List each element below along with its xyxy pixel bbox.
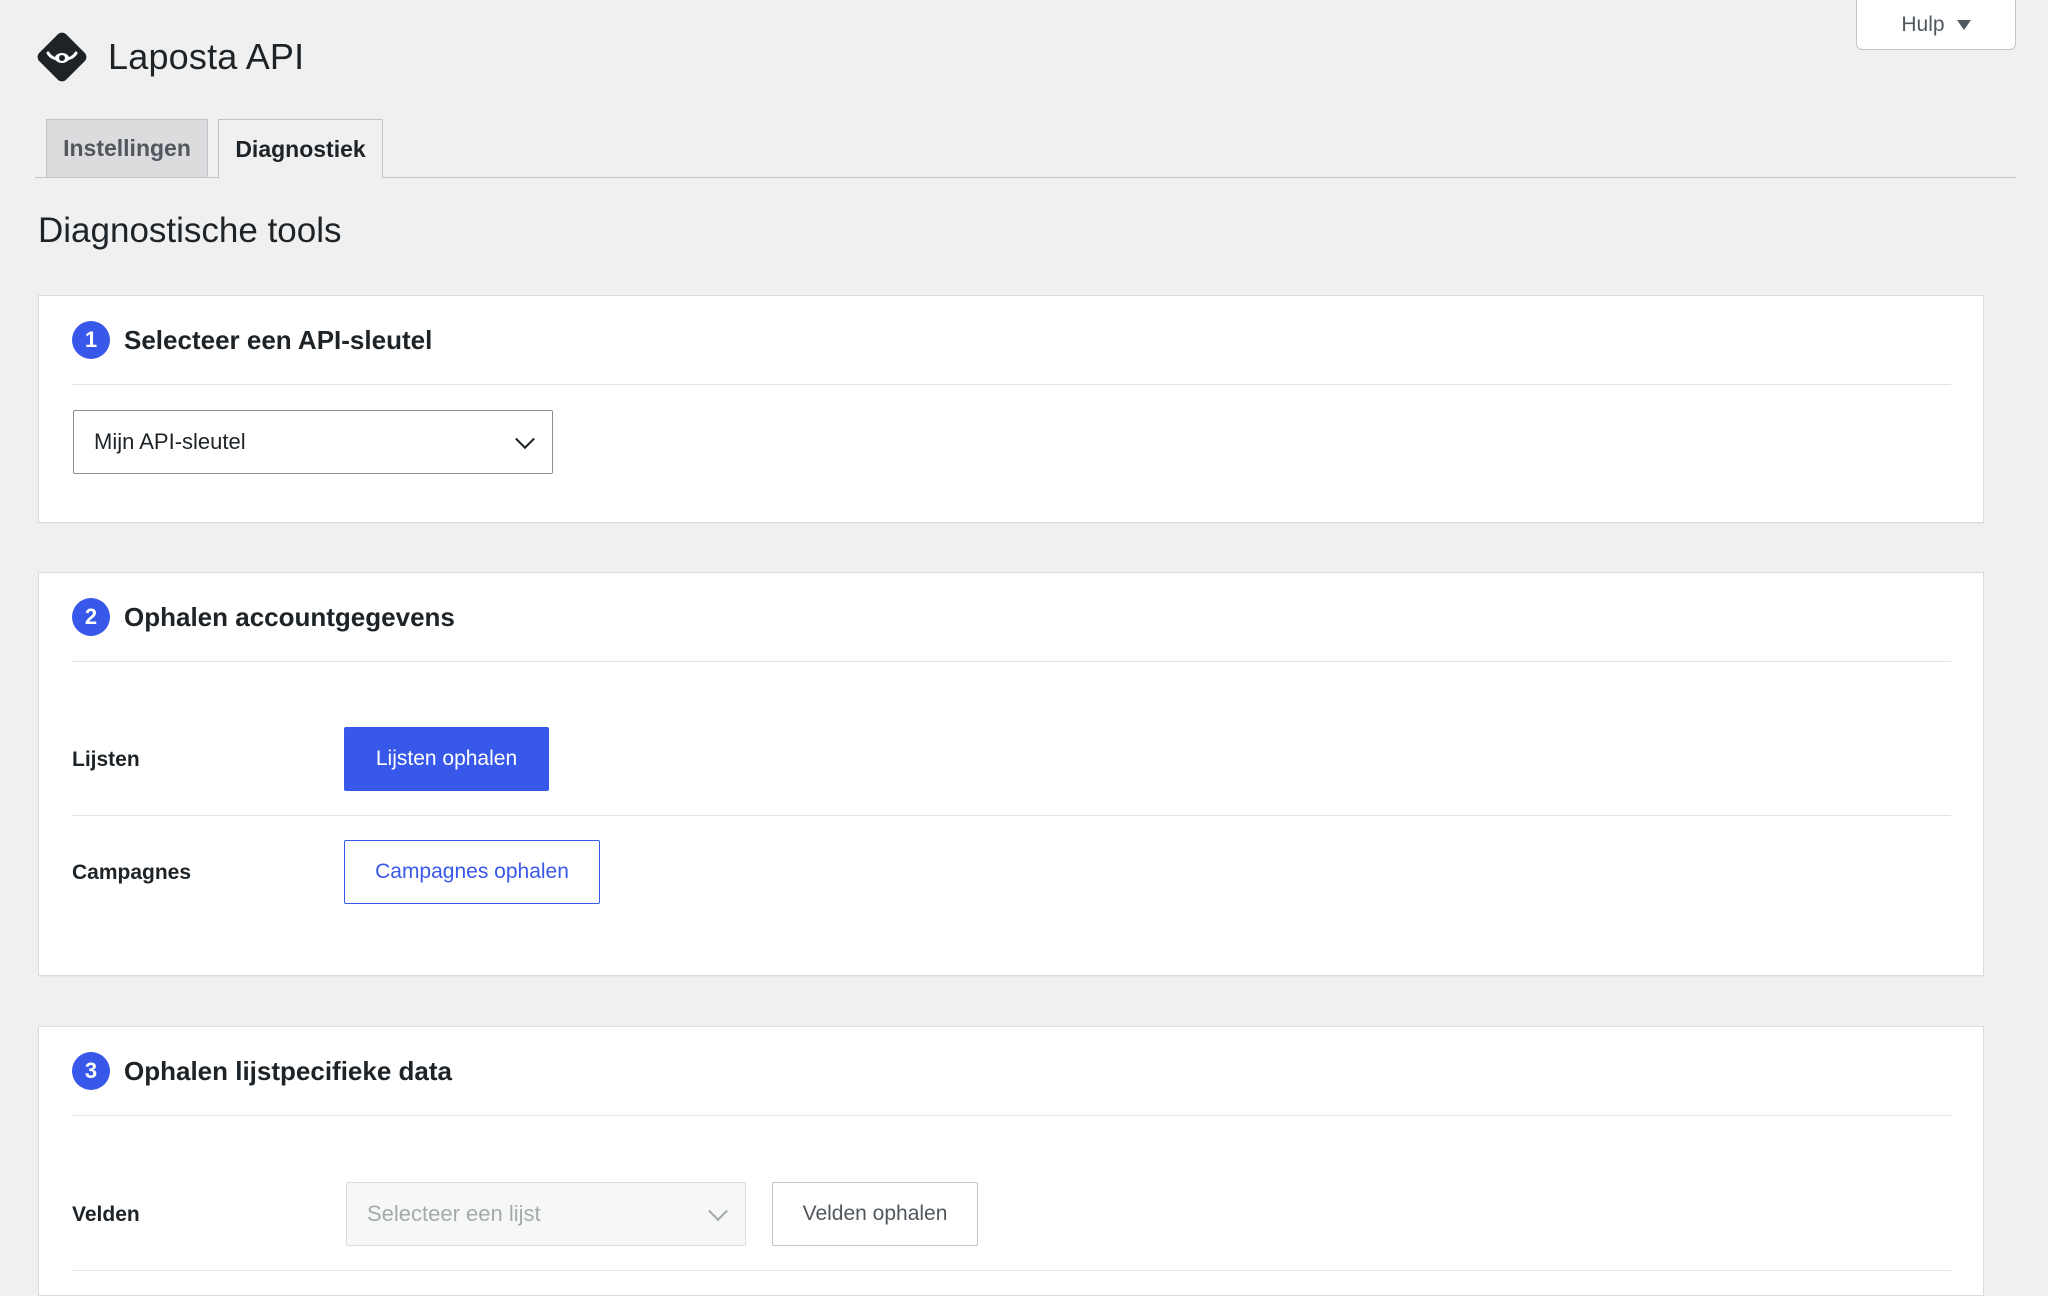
- chevron-down-icon: [708, 1201, 728, 1222]
- card-title: Ophalen lijstpecifieke data: [124, 1055, 452, 1086]
- card-header: 3 Ophalen lijstpecifieke data: [72, 1027, 1951, 1116]
- tab-diagnostiek[interactable]: Diagnostiek: [218, 119, 383, 178]
- step-card-account-data: 2 Ophalen accountgegevens Lijsten Lijste…: [38, 572, 1984, 976]
- page-header: Laposta API: [33, 28, 304, 86]
- step-number-badge: 2: [72, 598, 110, 636]
- app-title: Laposta API: [108, 36, 305, 77]
- tab-bar: Instellingen Diagnostiek: [35, 119, 2016, 178]
- fetch-lists-button[interactable]: Lijsten ophalen: [344, 727, 549, 791]
- fetch-fields-button[interactable]: Velden ophalen: [772, 1182, 978, 1246]
- help-label: Hulp: [1901, 12, 1945, 36]
- list-select-placeholder: Selecteer een lijst: [367, 1201, 541, 1226]
- help-button[interactable]: Hulp: [1856, 0, 2016, 50]
- row-label-campagnes: Campagnes: [72, 861, 192, 884]
- tab-instellingen[interactable]: Instellingen: [46, 119, 208, 177]
- card-header: 2 Ophalen accountgegevens: [72, 573, 1951, 662]
- list-select[interactable]: Selecteer een lijst: [346, 1182, 746, 1246]
- page-title: Diagnostische tools: [38, 211, 342, 250]
- card-title: Selecteer een API-sleutel: [124, 324, 433, 355]
- card-header: 1 Selecteer een API-sleutel: [72, 296, 1951, 385]
- api-key-select[interactable]: Mijn API-sleutel: [73, 410, 553, 474]
- api-key-select-value: Mijn API-sleutel: [94, 429, 246, 454]
- fetch-campaigns-button[interactable]: Campagnes ophalen: [344, 840, 600, 904]
- row-label-velden: Velden: [72, 1203, 140, 1226]
- step-card-list-data: 3 Ophalen lijstpecifieke data Velden Sel…: [38, 1026, 1984, 1296]
- row-label-lijsten: Lijsten: [72, 748, 140, 771]
- step-card-api-key: 1 Selecteer een API-sleutel Mijn API-sle…: [38, 295, 1984, 523]
- laposta-logo-icon: [37, 32, 87, 82]
- card-title: Ophalen accountgegevens: [124, 601, 455, 632]
- step-number-badge: 1: [72, 321, 110, 359]
- row-divider: [72, 1270, 1951, 1271]
- step-number-badge: 3: [72, 1052, 110, 1090]
- caret-down-icon: [1956, 19, 1971, 30]
- chevron-down-icon: [515, 429, 535, 450]
- row-divider: [72, 815, 1951, 816]
